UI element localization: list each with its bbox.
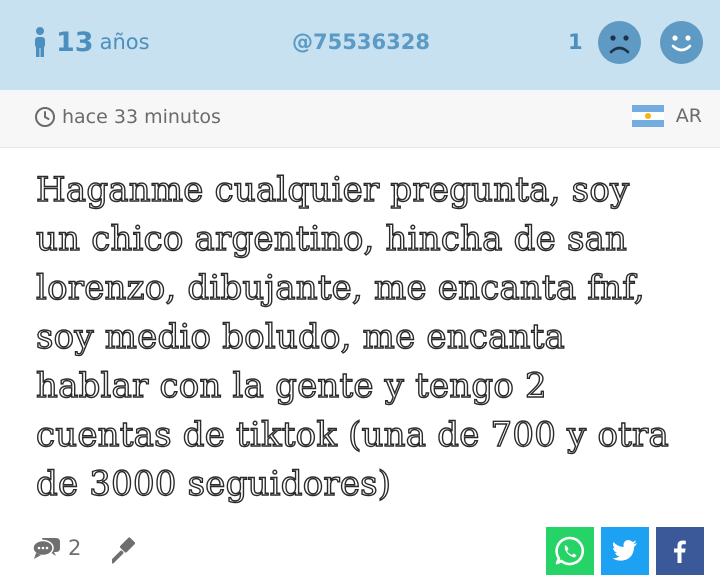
post-time-text: hace 33 minutos [62, 106, 221, 128]
happy-face-icon [671, 35, 692, 52]
argentina-flag-icon [631, 105, 664, 127]
question-meta-bar: hace 33 minutos AR [0, 90, 720, 148]
username-link[interactable]: @75536328 [292, 30, 430, 54]
comment-bubbles-icon [32, 538, 60, 559]
whatsapp-icon [555, 536, 585, 566]
answer-count: 2 [68, 536, 82, 560]
gavel-icon[interactable] [112, 536, 140, 564]
sad-face-icon [609, 35, 630, 54]
question-line: un chico argentino, hincha de san [35, 218, 628, 259]
like-button[interactable] [660, 21, 703, 64]
question-line: lorenzo, dibujante, me encanta fnf, [35, 267, 645, 308]
question-line: cuentas de tiktok (una de 700 y otra [35, 414, 669, 455]
question-line: de 3000 seguidores) [35, 463, 392, 504]
twitter-share-button[interactable] [601, 527, 649, 575]
facebook-icon [674, 540, 686, 563]
question-line: soy medio boludo, me encanta [35, 316, 565, 357]
answers-button[interactable]: 2 [32, 535, 81, 561]
twitter-icon [612, 540, 637, 561]
facebook-share-button[interactable] [656, 527, 704, 575]
post-time: hace 33 minutos [34, 106, 221, 128]
profile-header: 13 años @75536328 1 [0, 0, 720, 90]
clock-icon [35, 107, 55, 127]
question-line: Haganme cualquier pregunta, soy [35, 169, 630, 210]
question-footer: 2 [0, 522, 720, 582]
country-indicator: AR [631, 105, 702, 127]
question-line: hablar con la gente y tengo 2 [35, 365, 547, 406]
country-code: AR [675, 105, 702, 127]
vote-count: 1 [568, 30, 583, 54]
dislike-button[interactable] [598, 21, 641, 64]
question-text: Haganme cualquier pregunta, soy un chico… [35, 166, 696, 509]
whatsapp-share-button[interactable] [546, 527, 594, 575]
